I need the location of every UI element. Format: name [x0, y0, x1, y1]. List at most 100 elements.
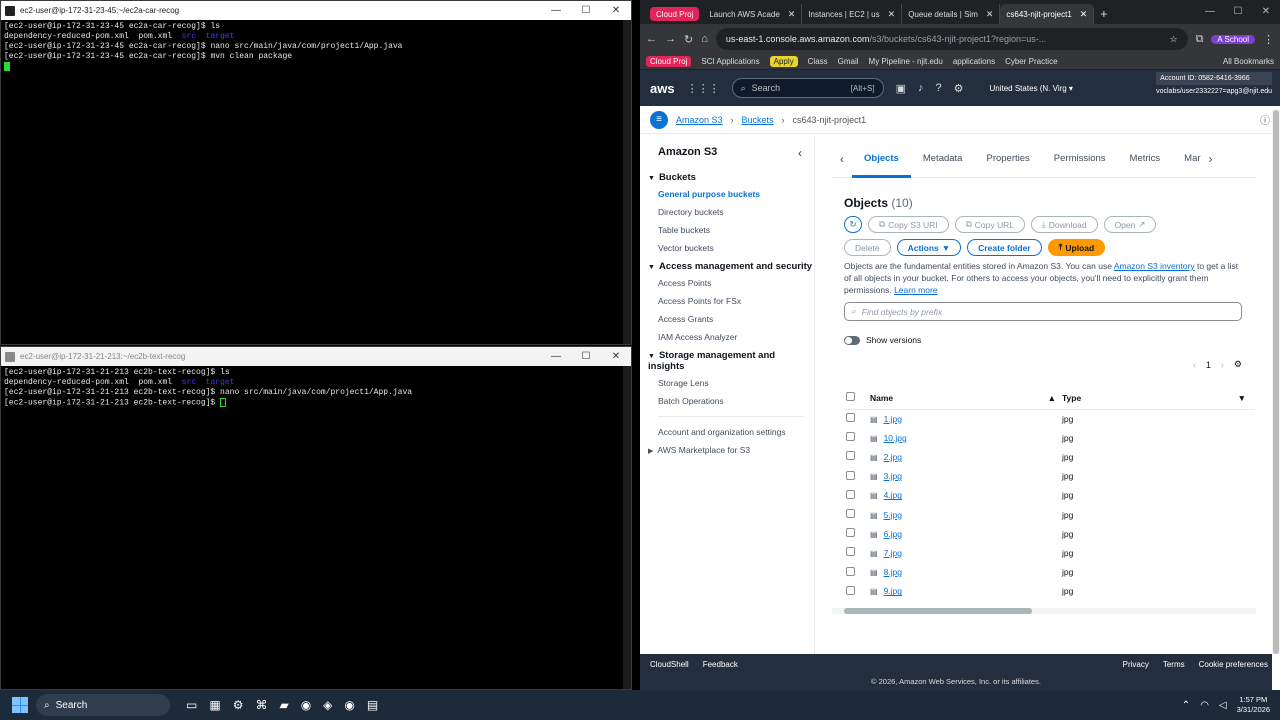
- object-name-link[interactable]: 10.jpg: [884, 433, 907, 443]
- create-folder-button[interactable]: Create folder: [967, 239, 1042, 256]
- row-checkbox[interactable]: [846, 585, 855, 595]
- tab-management[interactable]: Mar: [1172, 140, 1200, 178]
- collapse-sidebar-icon[interactable]: ‹: [798, 146, 802, 160]
- apps-grid-icon[interactable]: ⋮⋮⋮: [687, 82, 720, 95]
- table-row[interactable]: ▤ 1.jpg jpg: [844, 409, 1254, 428]
- column-header-type[interactable]: Type ▼: [1062, 387, 1254, 410]
- feedback-link[interactable]: Feedback: [703, 660, 738, 669]
- back-icon[interactable]: ←: [646, 33, 657, 45]
- table-row[interactable]: ▤ 2.jpg jpg: [844, 447, 1254, 466]
- sidebar-item-directory-buckets[interactable]: Directory buckets: [658, 207, 814, 217]
- bookmark-gmail[interactable]: Gmail: [838, 57, 859, 66]
- tab-properties[interactable]: Properties: [974, 140, 1041, 178]
- upload-button[interactable]: ⤒ Upload: [1047, 239, 1106, 256]
- row-checkbox[interactable]: [846, 509, 855, 519]
- row-checkbox[interactable]: [846, 432, 855, 442]
- tab-ec2-instances[interactable]: Instances | EC2 | us ✕: [802, 4, 903, 24]
- close-button[interactable]: ✕: [601, 347, 631, 366]
- new-tab-button[interactable]: +: [1094, 4, 1113, 24]
- close-tab-icon[interactable]: ✕: [788, 9, 796, 20]
- download-button[interactable]: ⤓ Download: [1030, 216, 1098, 233]
- forward-icon[interactable]: →: [665, 33, 676, 45]
- row-checkbox[interactable]: [846, 528, 855, 538]
- copy-url-button[interactable]: ⧉ Copy URL: [954, 216, 1025, 233]
- row-checkbox[interactable]: [846, 451, 855, 461]
- object-name-link[interactable]: 7.jpg: [884, 548, 902, 558]
- tab-queue-details[interactable]: Queue details | Sim ✕: [902, 4, 1001, 24]
- sidebar-item-access-points-fsx[interactable]: Access Points for FSx: [658, 296, 814, 306]
- table-row[interactable]: ▤ 10.jpg jpg: [844, 428, 1254, 447]
- close-tab-icon[interactable]: ✕: [1080, 9, 1088, 20]
- bookmark-applications[interactable]: applications: [953, 57, 995, 66]
- terms-link[interactable]: Terms: [1163, 660, 1185, 669]
- tab-metrics[interactable]: Metrics: [1118, 140, 1173, 178]
- minimize-button[interactable]: —: [1196, 0, 1224, 24]
- close-button[interactable]: ✕: [601, 1, 631, 20]
- region-selector[interactable]: United States (N. Virg ▾: [989, 84, 1072, 93]
- tab-metadata[interactable]: Metadata: [911, 140, 975, 178]
- sidebar-item-access-points[interactable]: Access Points: [658, 278, 814, 288]
- profile-avatar[interactable]: A School: [1211, 34, 1255, 44]
- copy-s3-uri-button[interactable]: ⧉ Copy S3 URI: [868, 216, 949, 233]
- tab-permissions[interactable]: Permissions: [1042, 140, 1118, 178]
- taskbar-search[interactable]: ⌕ Search: [36, 694, 170, 716]
- sidebar-item-access-grants[interactable]: Access Grants: [658, 314, 814, 324]
- table-row[interactable]: ▤ 7.jpg jpg: [844, 543, 1254, 562]
- table-row[interactable]: ▤ 5.jpg jpg: [844, 505, 1254, 524]
- bookmark-cloud-proj[interactable]: Cloud Proj: [646, 56, 692, 67]
- notifications-bell-icon[interactable]: ♪: [918, 82, 924, 94]
- help-icon[interactable]: ?: [935, 82, 941, 94]
- find-objects-input[interactable]: ⌕ Find objects by prefix: [844, 302, 1242, 321]
- row-checkbox[interactable]: [846, 413, 855, 423]
- sidebar-item-general-purpose-buckets[interactable]: General purpose buckets: [658, 189, 814, 199]
- chrome-icon[interactable]: ◉: [301, 698, 311, 712]
- actions-dropdown[interactable]: Actions ▼: [896, 239, 962, 256]
- aws-search-input[interactable]: ⌕ Search [Alt+S]: [731, 78, 884, 98]
- hamburger-menu-icon[interactable]: ≡: [650, 110, 668, 129]
- table-horizontal-scrollbar[interactable]: [832, 608, 1256, 614]
- minimize-button[interactable]: —: [541, 347, 571, 366]
- cloudshell-link[interactable]: CloudShell: [650, 660, 689, 669]
- discord-icon[interactable]: ◈: [323, 698, 332, 712]
- bookmark-apply[interactable]: Apply: [769, 56, 798, 67]
- object-name-link[interactable]: 3.jpg: [884, 471, 902, 481]
- table-settings-gear-icon[interactable]: ⚙: [1234, 359, 1242, 370]
- tabs-scroll-right-icon[interactable]: ›: [1201, 152, 1221, 166]
- table-row[interactable]: ▤ 4.jpg jpg: [844, 486, 1254, 505]
- prev-page-icon[interactable]: ‹: [1193, 360, 1196, 370]
- s3-inventory-link[interactable]: Amazon S3 inventory: [1114, 261, 1195, 271]
- file-explorer-icon[interactable]: ▰: [279, 698, 288, 712]
- tab-s3-bucket[interactable]: cs643-njit-project1 ✕: [1000, 4, 1095, 24]
- bookmark-star-icon[interactable]: ☆: [1169, 34, 1177, 45]
- minimize-button[interactable]: —: [541, 1, 571, 20]
- select-all-checkbox[interactable]: [846, 392, 855, 402]
- putty-icon[interactable]: ▤: [367, 698, 378, 712]
- sidebar-section-access-management[interactable]: ▼ Access management and security: [648, 261, 814, 272]
- bookmark-cyber-practice[interactable]: Cyber Practice: [1005, 57, 1057, 66]
- maximize-button[interactable]: ☐: [1224, 0, 1252, 24]
- cloudshell-icon[interactable]: ▣: [896, 82, 906, 95]
- sidebar-item-account-settings[interactable]: Account and organization settings: [658, 427, 814, 437]
- sidebar-item-vector-buckets[interactable]: Vector buckets: [658, 243, 814, 253]
- maximize-button[interactable]: ☐: [571, 1, 601, 20]
- tab-launch-aws-academy[interactable]: Launch AWS Acade ✕: [703, 4, 803, 24]
- privacy-link[interactable]: Privacy: [1123, 660, 1149, 669]
- menu-kebab-icon[interactable]: ⋮: [1263, 33, 1274, 46]
- bookmark-class[interactable]: Class: [808, 57, 828, 66]
- chrome-profile-icon[interactable]: ◉: [344, 698, 354, 712]
- close-tab-icon[interactable]: ✕: [888, 9, 896, 20]
- sidebar-item-table-buckets[interactable]: Table buckets: [658, 225, 814, 235]
- object-name-link[interactable]: 2.jpg: [884, 452, 902, 462]
- tab-group-cloud-proj[interactable]: Cloud Proj: [650, 7, 700, 21]
- current-page[interactable]: 1: [1206, 360, 1211, 370]
- object-name-link[interactable]: 1.jpg: [884, 414, 902, 424]
- account-menu[interactable]: Account ID: 0582-6416-3966 voclabs/user2…: [1156, 72, 1272, 98]
- column-header-name[interactable]: Name ▲: [870, 387, 1062, 410]
- close-button[interactable]: ✕: [1252, 0, 1280, 24]
- object-name-link[interactable]: 6.jpg: [884, 529, 902, 539]
- row-checkbox[interactable]: [846, 566, 855, 576]
- delete-button[interactable]: Delete: [844, 239, 891, 256]
- table-row[interactable]: ▤ 9.jpg jpg: [844, 582, 1254, 601]
- close-tab-icon[interactable]: ✕: [986, 9, 994, 20]
- terminal-window-text-recog[interactable]: ec2-user@ip-172-31-21-213:~/ec2b-text-re…: [0, 346, 632, 690]
